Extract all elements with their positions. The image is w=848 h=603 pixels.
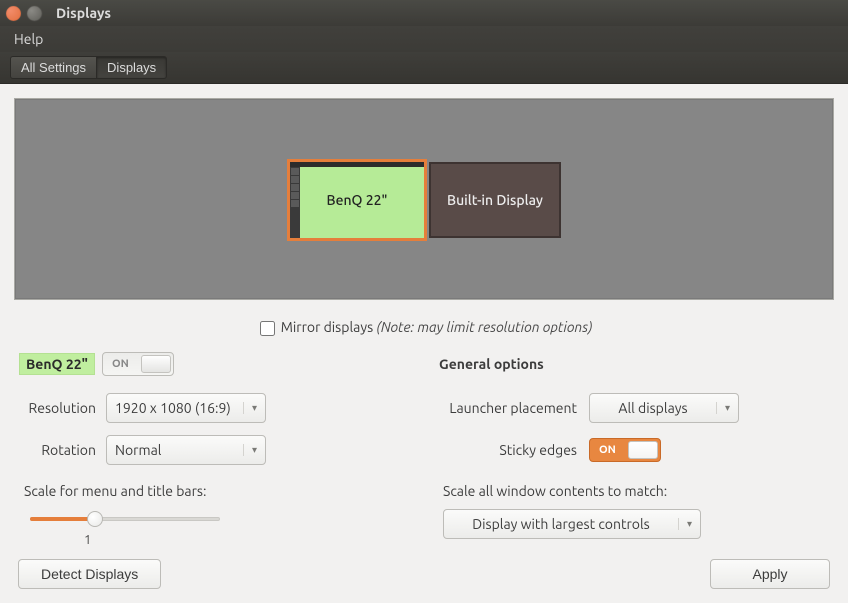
general-options-heading: General options <box>439 356 544 372</box>
apply-button[interactable]: Apply <box>710 559 830 589</box>
monitor-benq[interactable]: BenQ 22" <box>287 159 427 241</box>
minimize-icon[interactable] <box>27 6 42 21</box>
resolution-value: 1920 x 1080 (16:9) <box>115 400 243 416</box>
mirror-displays-row: Mirror displays (Note: may limit resolut… <box>0 314 848 349</box>
scale-slider[interactable] <box>30 509 220 529</box>
monitor-launcher-icon <box>290 167 300 238</box>
scale-value: 1 <box>84 533 405 547</box>
toggle-knob-icon <box>628 441 658 459</box>
mirror-displays-label: Mirror displays <box>281 319 373 335</box>
toggle-knob-icon <box>141 355 171 373</box>
chevron-down-icon: ▾ <box>243 444 257 456</box>
selected-display-name: BenQ 22" <box>20 354 94 374</box>
launcher-placement-combo[interactable]: All displays ▾ <box>589 393 739 423</box>
rotation-label: Rotation <box>20 442 106 458</box>
monitor-builtin-label: Built-in Display <box>447 192 543 208</box>
close-icon[interactable] <box>6 6 21 21</box>
window-title: Displays <box>56 5 111 21</box>
sticky-edges-toggle[interactable]: ON <box>589 438 661 462</box>
breadcrumb-displays[interactable]: Displays <box>96 56 167 79</box>
monitor-builtin[interactable]: Built-in Display <box>429 162 561 238</box>
menu-bar: Help <box>0 26 848 52</box>
chevron-down-icon: ▾ <box>678 518 692 530</box>
display-power-label: ON <box>112 358 129 370</box>
slider-thumb-icon[interactable] <box>87 511 103 527</box>
launcher-placement-value: All displays <box>598 400 716 416</box>
sticky-edges-label: Sticky edges <box>439 442 589 458</box>
scale-label: Scale for menu and title bars: <box>24 483 405 499</box>
display-arrangement-area[interactable]: BenQ 22" Built-in Display <box>14 98 834 300</box>
window-titlebar: Displays <box>0 0 848 26</box>
scale-all-value: Display with largest controls <box>452 516 678 532</box>
launcher-placement-label: Launcher placement <box>439 400 589 416</box>
rotation-value: Normal <box>115 442 243 458</box>
display-power-toggle[interactable]: ON <box>102 352 174 376</box>
detect-displays-button[interactable]: Detect Displays <box>18 559 161 589</box>
mirror-displays-checkbox[interactable] <box>260 321 275 336</box>
breadcrumb: All Settings Displays <box>0 52 848 84</box>
chevron-down-icon: ▾ <box>716 402 730 414</box>
scale-all-label: Scale all window contents to match: <box>443 483 824 499</box>
sticky-edges-value: ON <box>599 444 616 456</box>
resolution-combo[interactable]: 1920 x 1080 (16:9) ▾ <box>106 393 266 423</box>
slider-fill <box>30 517 91 521</box>
monitor-benq-label: BenQ 22" <box>327 192 388 208</box>
monitor-panel-icon <box>290 162 424 167</box>
chevron-down-icon: ▾ <box>243 402 257 414</box>
resolution-label: Resolution <box>20 400 106 416</box>
mirror-displays-note: (Note: may limit resolution options) <box>376 319 592 335</box>
scale-all-combo[interactable]: Display with largest controls ▾ <box>443 509 701 539</box>
menu-help[interactable]: Help <box>8 28 49 50</box>
rotation-combo[interactable]: Normal ▾ <box>106 435 266 465</box>
breadcrumb-all-settings[interactable]: All Settings <box>10 56 97 79</box>
